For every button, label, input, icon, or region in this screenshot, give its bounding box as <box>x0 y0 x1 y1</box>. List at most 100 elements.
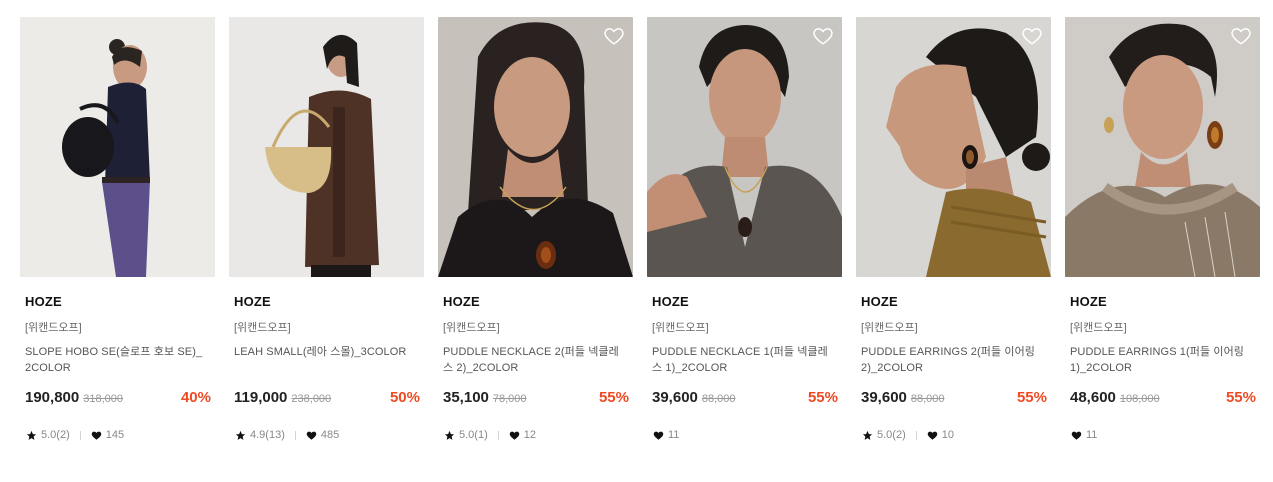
brand-name[interactable]: HOZE <box>647 294 842 309</box>
rating-value: 5.0(2) <box>877 429 906 441</box>
star-icon <box>235 430 246 440</box>
sale-price: 48,600 <box>1070 389 1116 406</box>
product-name[interactable]: PUDDLE EARRINGS 1(퍼들 이어링 1)_2COLOR <box>1065 344 1260 376</box>
heart-filled-icon <box>509 431 520 440</box>
product-card[interactable]: HOZE [위캔드오프] SLOPE HOBO SE(슬로프 호보 SE)_ 2… <box>20 17 215 442</box>
product-name[interactable]: PUDDLE NECKLACE 2(퍼들 넥클레스 2)_2COLOR <box>438 344 633 376</box>
meta-row: 11 <box>1065 428 1260 442</box>
product-image[interactable] <box>647 17 842 277</box>
price-row: 119,000 238,000 50% <box>229 389 424 406</box>
product-name[interactable]: PUDDLE NECKLACE 1(퍼들 넥클레스 1)_2COLOR <box>647 344 842 376</box>
promo-tag: [위캔드오프] <box>443 322 500 334</box>
product-image[interactable] <box>20 17 215 277</box>
rating: 5.0(1) <box>444 429 488 441</box>
rating-value: 4.9(13) <box>250 429 285 441</box>
divider <box>294 430 296 440</box>
brand-name[interactable]: HOZE <box>1065 294 1260 309</box>
promo-tag: [위캔드오프] <box>234 322 291 334</box>
sale-price: 39,600 <box>652 389 698 406</box>
promo-tag: [위캔드오프] <box>25 322 82 334</box>
product-card[interactable]: HOZE [위캔드오프] PUDDLE NECKLACE 1(퍼들 넥클레스 1… <box>647 17 842 442</box>
divider <box>915 430 917 440</box>
heart-outline-icon[interactable] <box>812 25 834 47</box>
product-card[interactable]: HOZE [위캔드오프] LEAH SMALL(레아 스몰)_3COLOR 11… <box>229 17 424 442</box>
brand-name[interactable]: HOZE <box>20 294 215 309</box>
brand-name[interactable]: HOZE <box>856 294 1051 309</box>
discount-rate: 55% <box>598 389 629 406</box>
heart-filled-icon <box>1071 431 1082 440</box>
product-card[interactable]: HOZE [위캔드오프] PUDDLE NECKLACE 2(퍼들 넥클레스 2… <box>438 17 633 442</box>
discount-rate: 55% <box>807 389 838 406</box>
likes: 11 <box>1071 429 1097 441</box>
likes-count: 145 <box>105 429 125 441</box>
likes: 145 <box>91 429 124 441</box>
product-card[interactable]: HOZE [위캔드오프] PUDDLE EARRINGS 1(퍼들 이어링 1)… <box>1065 17 1260 442</box>
product-photo <box>1065 17 1260 277</box>
meta-row: 11 <box>647 428 842 442</box>
meta-row: 5.0(2) 10 <box>856 428 1051 442</box>
discount-rate: 50% <box>389 389 420 406</box>
meta-row: 5.0(1) 12 <box>438 428 633 442</box>
star-icon <box>862 430 873 440</box>
product-image[interactable] <box>229 17 424 277</box>
promo-tag: [위캔드오프] <box>652 322 709 334</box>
likes: 485 <box>306 429 339 441</box>
sale-price: 35,100 <box>443 389 489 406</box>
heart-outline-icon[interactable] <box>603 25 625 47</box>
brand-name[interactable]: HOZE <box>438 294 633 309</box>
sale-price: 190,800 <box>25 389 80 406</box>
likes-count: 11 <box>668 429 680 441</box>
likes: 11 <box>653 429 679 441</box>
product-name[interactable]: PUDDLE EARRINGS 2(퍼들 이어링 2)_2COLOR <box>856 344 1051 376</box>
likes: 10 <box>927 429 954 441</box>
original-price: 88,000 <box>701 393 736 405</box>
likes: 12 <box>509 429 536 441</box>
meta-row: 4.9(13) 485 <box>229 428 424 442</box>
promo-tag: [위캔드오프] <box>861 322 918 334</box>
original-price: 78,000 <box>492 393 527 405</box>
meta-row: 5.0(2) 145 <box>20 428 215 442</box>
likes-count: 11 <box>1086 429 1098 441</box>
price-row: 48,600 108,000 55% <box>1065 389 1260 406</box>
discount-rate: 40% <box>180 389 211 406</box>
product-name[interactable]: SLOPE HOBO SE(슬로프 호보 SE)_ 2COLOR <box>20 344 215 376</box>
product-photo <box>20 17 215 277</box>
product-name[interactable]: LEAH SMALL(레아 스몰)_3COLOR <box>229 344 424 376</box>
product-photo <box>647 17 842 277</box>
price-row: 39,600 88,000 55% <box>647 389 842 406</box>
product-image[interactable] <box>438 17 633 277</box>
promo-tag: [위캔드오프] <box>1070 322 1127 334</box>
heart-outline-icon[interactable] <box>1230 25 1252 47</box>
product-card[interactable]: HOZE [위캔드오프] PUDDLE EARRINGS 2(퍼들 이어링 2)… <box>856 17 1051 442</box>
discount-rate: 55% <box>1225 389 1256 406</box>
original-price: 108,000 <box>1119 393 1160 405</box>
original-price: 238,000 <box>291 393 332 405</box>
rating: 5.0(2) <box>862 429 906 441</box>
heart-filled-icon <box>653 431 664 440</box>
star-icon <box>444 430 455 440</box>
rating: 4.9(13) <box>235 429 285 441</box>
heart-outline-icon[interactable] <box>1021 25 1043 47</box>
price-row: 190,800 318,000 40% <box>20 389 215 406</box>
heart-filled-icon <box>306 431 317 440</box>
rating: 5.0(2) <box>26 429 70 441</box>
product-photo <box>856 17 1051 277</box>
sale-price: 119,000 <box>234 389 288 406</box>
product-image[interactable] <box>856 17 1051 277</box>
rating-value: 5.0(2) <box>41 429 70 441</box>
brand-name[interactable]: HOZE <box>229 294 424 309</box>
likes-count: 485 <box>320 429 340 441</box>
discount-rate: 55% <box>1016 389 1047 406</box>
star-icon <box>26 430 37 440</box>
price-row: 35,100 78,000 55% <box>438 389 633 406</box>
original-price: 88,000 <box>910 393 945 405</box>
divider <box>79 430 81 440</box>
product-photo <box>438 17 633 277</box>
heart-filled-icon <box>91 431 102 440</box>
product-photo <box>229 17 424 277</box>
sale-price: 39,600 <box>861 389 907 406</box>
original-price: 318,000 <box>83 393 123 405</box>
rating-value: 5.0(1) <box>459 429 488 441</box>
product-image[interactable] <box>1065 17 1260 277</box>
heart-filled-icon <box>927 431 938 440</box>
